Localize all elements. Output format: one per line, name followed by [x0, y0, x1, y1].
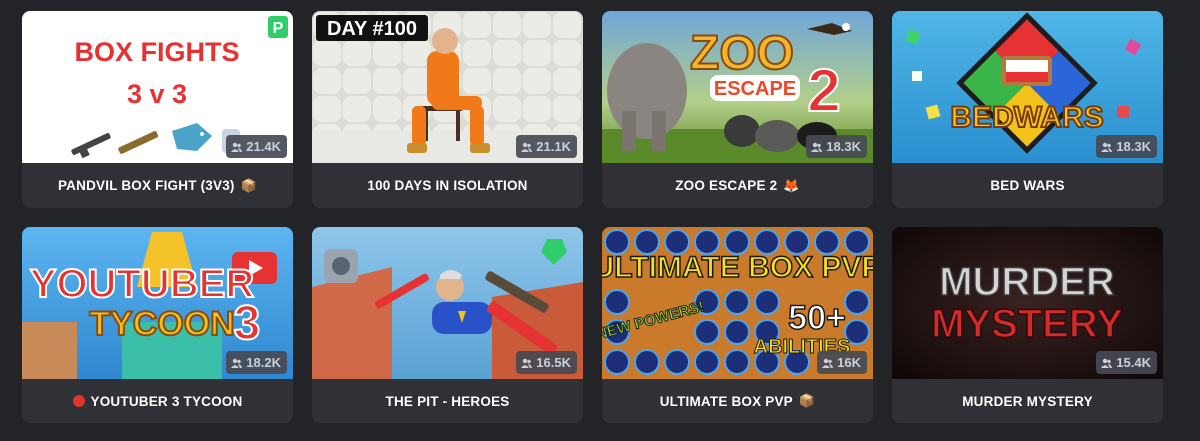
game-title: 100 DAYS IN ISOLATION: [367, 178, 528, 193]
player-count-badge: 16.5K: [516, 351, 577, 374]
game-card-zoo-escape[interactable]: ZOO ESCAPE 2 18.3K ZOO ESCAPE 2 🦊: [602, 11, 873, 208]
game-title: ZOO ESCAPE 2: [675, 178, 778, 193]
game-title-row: MURDER MYSTERY: [892, 379, 1163, 423]
game-title-row: PANDVIL BOX FIGHT (3V3) 📦: [22, 163, 293, 208]
game-title-row: YOUTUBER 3 TYCOON: [22, 379, 293, 423]
game-title: YOUTUBER 3 TYCOON: [90, 393, 243, 409]
art-title: ULTIMATE BOX PVP: [602, 251, 873, 284]
art-title: YOUTUBER: [30, 262, 255, 306]
art-title: MURDER: [939, 260, 1115, 304]
users-icon: [231, 142, 243, 152]
game-thumbnail: BEDWARS 18.3K: [892, 11, 1163, 163]
game-title-row: ZOO ESCAPE 2 🦊: [602, 163, 873, 208]
player-count: 15.4K: [1116, 355, 1151, 370]
player-count: 18.3K: [826, 139, 861, 154]
game-thumbnail: YOUTUBER TYCOON 3 18.2K: [22, 227, 293, 379]
game-title-row: THE PIT - HEROES: [312, 379, 583, 423]
game-thumbnail: ULTIMATE BOX PVP NEW POWERS! 50+ ABILITI…: [602, 227, 873, 379]
game-card-the-pit[interactable]: 16.5K THE PIT - HEROES: [312, 227, 583, 423]
art-title: BOX FIGHTS: [74, 37, 239, 67]
player-count-badge: 18.3K: [1096, 135, 1157, 158]
users-icon: [1101, 142, 1113, 152]
game-thumbnail: ZOO ESCAPE 2 18.3K: [602, 11, 873, 163]
art-subtitle: 3 v 3: [127, 79, 187, 109]
player-count: 21.1K: [536, 139, 571, 154]
game-title-row: 100 DAYS IN ISOLATION: [312, 163, 583, 208]
game-title: MURDER MYSTERY: [962, 393, 1093, 409]
fox-icon: 🦊: [783, 177, 800, 193]
users-icon: [231, 358, 243, 368]
art-number: 2: [807, 57, 840, 124]
game-title: PANDVIL BOX FIGHT (3V3): [57, 178, 235, 193]
red-circle-icon: [72, 395, 85, 407]
game-title: BED WARS: [990, 178, 1065, 193]
package-icon: 📦: [240, 177, 257, 193]
player-count-badge: 15.4K: [1096, 351, 1157, 374]
game-card-100-days[interactable]: DAY #100 21.1K 100 DAYS IN ISOLATION: [312, 11, 583, 208]
game-title-row: ULTIMATE BOX PVP 📦: [602, 379, 873, 423]
player-count: 16K: [837, 355, 861, 370]
player-count: 16.5K: [536, 355, 571, 370]
game-card-youtuber-tycoon[interactable]: YOUTUBER TYCOON 3 18.2K YOUTUBER 3 TYCOO…: [22, 227, 293, 423]
game-title-row: BED WARS: [892, 163, 1163, 208]
game-thumbnail: 16.5K: [312, 227, 583, 379]
art-count: 50+: [788, 299, 846, 337]
art-subtitle: TYCOON: [89, 305, 234, 343]
users-icon: [521, 358, 533, 368]
art-title: ZOO: [690, 27, 794, 80]
game-thumbnail: MURDER MYSTERY 15.4K: [892, 227, 1163, 379]
art-title: BEDWARS: [950, 101, 1103, 134]
game-thumbnail: BOX FIGHTS 3 v 3 P 21.4K: [22, 11, 293, 163]
game-grid: BOX FIGHTS 3 v 3 P 21.4K PANDVIL BOX FIG…: [22, 11, 1163, 423]
art-subtitle: ESCAPE: [714, 78, 796, 100]
users-icon: [521, 142, 533, 152]
player-count: 21.4K: [246, 139, 281, 154]
game-title: ULTIMATE BOX PVP: [659, 393, 793, 409]
player-count-badge: 16K: [817, 351, 867, 374]
art-subtitle: MYSTERY: [931, 302, 1123, 346]
player-count-badge: 18.3K: [806, 135, 867, 158]
brand-logo: P: [273, 20, 284, 37]
users-icon: [822, 358, 834, 368]
game-title: THE PIT - HEROES: [385, 393, 510, 409]
users-icon: [1101, 358, 1113, 368]
player-count: 18.2K: [246, 355, 281, 370]
game-card-ultimate-box-pvp[interactable]: ULTIMATE BOX PVP NEW POWERS! 50+ ABILITI…: [602, 227, 873, 423]
player-count: 18.3K: [1116, 139, 1151, 154]
player-count-badge: 21.1K: [516, 135, 577, 158]
art-title: DAY #100: [327, 18, 417, 40]
game-card-bed-wars[interactable]: BEDWARS 18.3K BED WARS: [892, 11, 1163, 208]
player-count-badge: 18.2K: [226, 351, 287, 374]
users-icon: [811, 142, 823, 152]
game-thumbnail: DAY #100 21.1K: [312, 11, 583, 163]
art-number: 3: [234, 297, 261, 350]
game-card-box-fight[interactable]: BOX FIGHTS 3 v 3 P 21.4K PANDVIL BOX FIG…: [22, 11, 293, 208]
game-card-murder-mystery[interactable]: MURDER MYSTERY 15.4K MURDER MYSTERY: [892, 227, 1163, 423]
player-count-badge: 21.4K: [226, 135, 287, 158]
package-icon: 📦: [798, 393, 816, 408]
